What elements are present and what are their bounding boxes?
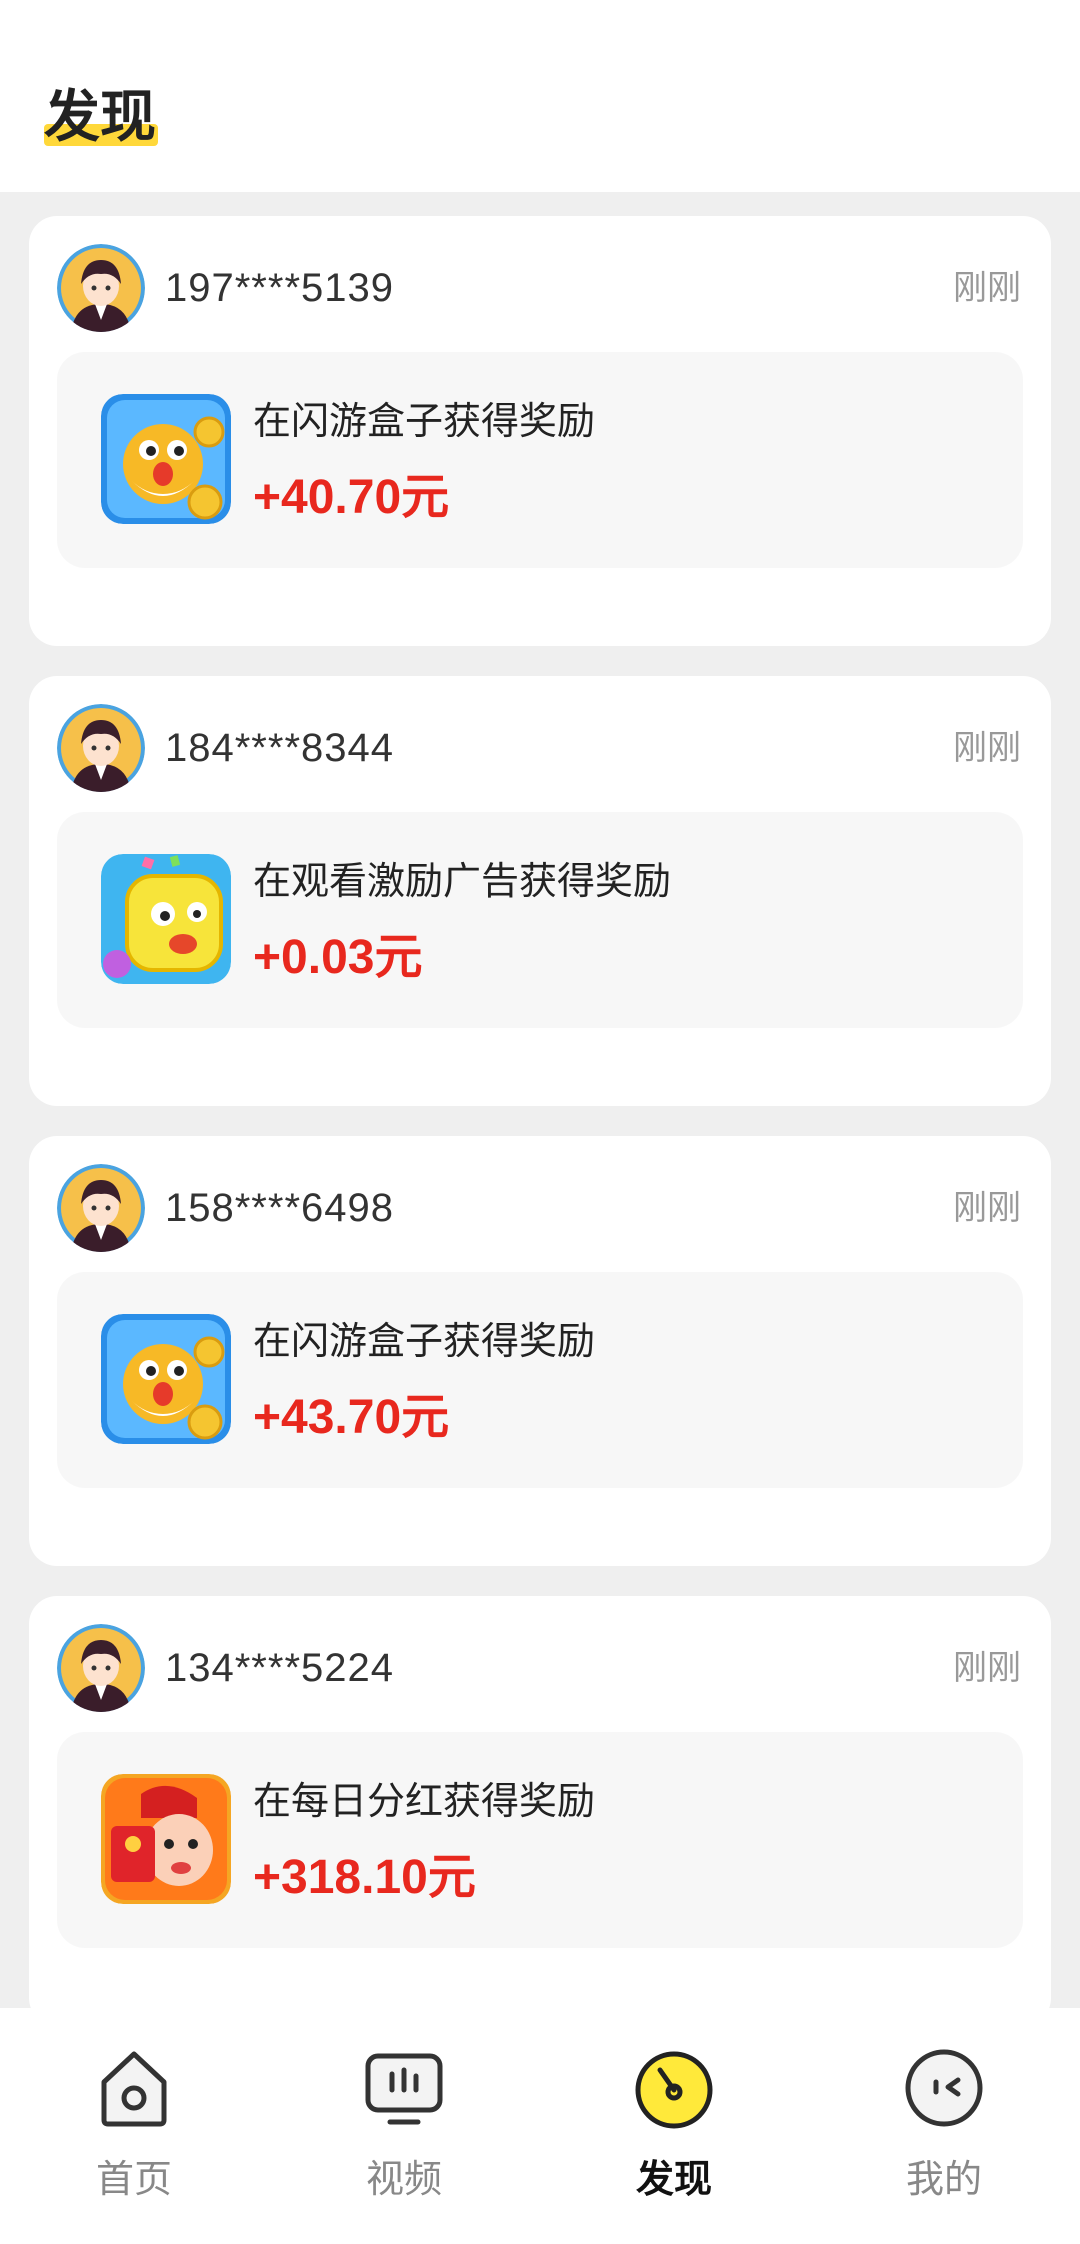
username: 197****5139 bbox=[165, 266, 394, 310]
avatar[interactable] bbox=[57, 1624, 145, 1712]
home-icon bbox=[92, 2046, 176, 2130]
reward-amount: +318.10元 bbox=[253, 1851, 476, 1904]
page-header: 发现 bbox=[0, 0, 1080, 192]
reward-box[interactable]: 在每日分红获得奖励 +318.10元 bbox=[57, 1732, 1023, 1948]
pufferfish-game-icon bbox=[101, 394, 231, 524]
discover-icon bbox=[632, 2046, 716, 2130]
profile-face-icon bbox=[902, 2046, 986, 2130]
username: 184****8344 bbox=[165, 726, 394, 770]
pufferfish-game-icon bbox=[101, 1314, 231, 1444]
red-envelope-game-icon bbox=[101, 1774, 231, 1904]
reward-amount: +40.70元 bbox=[253, 471, 450, 524]
timestamp: 刚刚 bbox=[953, 1188, 1021, 1228]
reward-box[interactable]: 在观看激励广告获得奖励 +0.03元 bbox=[57, 812, 1023, 1028]
bottom-tab-bar: 首页 视频 发现 我的 bbox=[0, 2008, 1080, 2244]
reward-amount: +43.70元 bbox=[253, 1391, 450, 1444]
feed-card[interactable]: 134****5224 刚刚 在每日分红获得奖励 +318.10元 bbox=[29, 1596, 1051, 2026]
avatar[interactable] bbox=[57, 1164, 145, 1252]
reward-description: 在每日分红获得奖励 bbox=[253, 1779, 596, 1823]
yellow-candy-game-icon bbox=[101, 854, 231, 984]
reward-box[interactable]: 在闪游盒子获得奖励 +43.70元 bbox=[57, 1272, 1023, 1488]
tv-icon bbox=[362, 2046, 446, 2130]
tab-discover[interactable]: 发现 bbox=[574, 2036, 774, 2216]
tab-label: 视频 bbox=[365, 2157, 442, 2201]
reward-description: 在闪游盒子获得奖励 bbox=[253, 399, 596, 443]
avatar[interactable] bbox=[57, 244, 145, 332]
feed-card[interactable]: 197****5139 刚刚 在闪游盒子获得奖励 +40.70元 bbox=[29, 216, 1051, 646]
tab-profile[interactable]: 我的 bbox=[844, 2036, 1044, 2216]
reward-description: 在闪游盒子获得奖励 bbox=[253, 1319, 596, 1363]
tab-video[interactable]: 视频 bbox=[304, 2036, 504, 2216]
reward-amount: +0.03元 bbox=[253, 931, 423, 984]
tab-label: 发现 bbox=[635, 2157, 712, 2201]
timestamp: 刚刚 bbox=[953, 728, 1021, 768]
timestamp: 刚刚 bbox=[953, 268, 1021, 308]
username: 134****5224 bbox=[165, 1646, 394, 1690]
tab-label: 我的 bbox=[905, 2157, 982, 2201]
username: 158****6498 bbox=[165, 1186, 394, 1230]
tab-home[interactable]: 首页 bbox=[34, 2036, 234, 2216]
feed-card[interactable]: 158****6498 刚刚 在闪游盒子获得奖励 +43.70元 bbox=[29, 1136, 1051, 1566]
avatar[interactable] bbox=[57, 704, 145, 792]
reward-description: 在观看激励广告获得奖励 bbox=[253, 859, 672, 903]
timestamp: 刚刚 bbox=[953, 1648, 1021, 1688]
tab-label: 首页 bbox=[95, 2157, 172, 2201]
page-title: 发现 bbox=[44, 85, 156, 150]
feed-card[interactable]: 184****8344 刚刚 在观看激励广告获得奖励 +0.03元 bbox=[29, 676, 1051, 1106]
reward-box[interactable]: 在闪游盒子获得奖励 +40.70元 bbox=[57, 352, 1023, 568]
